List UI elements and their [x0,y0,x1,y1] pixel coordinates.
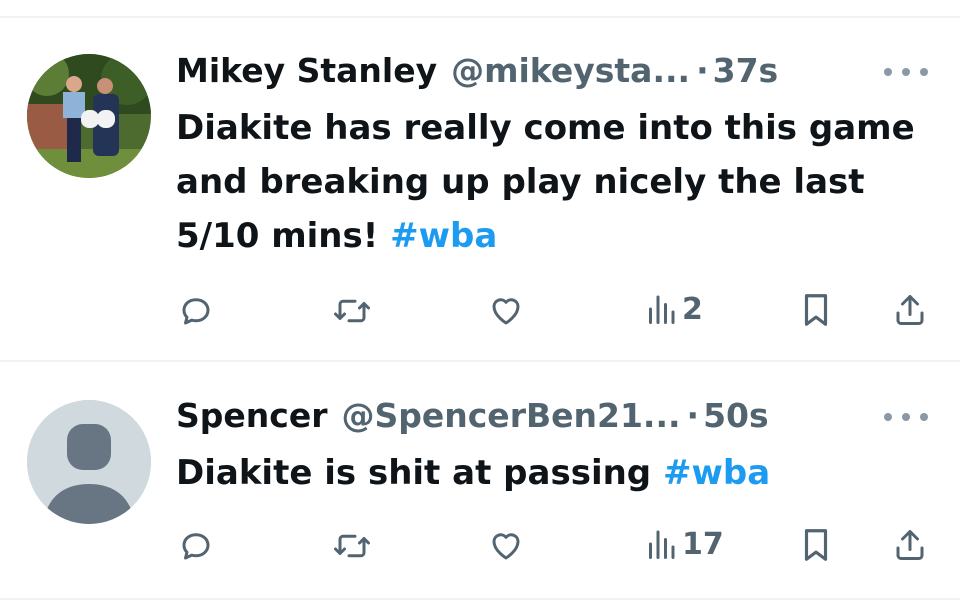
tweet-text-body: Diakite is shit at passing [176,453,652,493]
hashtag-link[interactable]: #wba [390,216,497,256]
author-handle[interactable]: @mikeysta... [451,47,690,95]
reply-icon [182,298,210,325]
share-button[interactable] [892,526,928,564]
tweet-1[interactable]: Mikey Stanley @mikeysta... · 37s Diakite… [0,0,960,360]
tweet-header: Spencer @SpencerBen21... · 50s [176,392,769,440]
author-handle[interactable]: @SpencerBen21... [341,392,680,440]
share-icon [896,295,924,325]
share-icon [896,530,924,560]
share-button[interactable] [892,291,928,329]
bookmark-icon [804,294,828,326]
reply-button[interactable] [178,293,214,329]
tweet-text-body: Diakite has really come into this game a… [176,108,915,256]
views-button[interactable]: 17 [646,526,724,562]
avatar[interactable] [27,54,151,178]
like-button[interactable] [487,293,525,329]
like-button[interactable] [487,528,525,564]
reply-icon [182,533,210,560]
default-avatar-icon [27,400,151,524]
separator-dot: · [696,51,709,90]
bottom-divider [0,598,960,600]
bookmark-button[interactable] [800,291,832,329]
timestamp[interactable]: 50s [703,392,769,440]
reply-button[interactable] [178,528,214,564]
views-icon [649,295,675,324]
like-icon [492,298,520,325]
bookmark-button[interactable] [800,526,832,564]
views-count: 17 [682,526,724,562]
tweet-2[interactable]: Spencer @SpencerBen21... · 50s Diakite i… [0,362,960,600]
tweet-text: Diakite is shit at passing #wba [176,446,916,500]
more-icon[interactable] [884,62,928,82]
retweet-icon [334,534,370,558]
author-name[interactable]: Spencer [176,392,327,440]
separator-dot: · [686,396,700,435]
retweet-button[interactable] [332,293,372,329]
tweet-header: Mikey Stanley @mikeysta... · 37s [176,47,778,95]
tweet-text: Diakite has really come into this game a… [176,101,916,263]
views-icon [649,530,675,559]
hashtag-link[interactable]: #wba [663,453,770,493]
avatar[interactable] [27,400,151,524]
views-count: 2 [682,291,703,327]
avatar-photo [27,54,151,178]
retweet-icon [334,299,370,323]
author-name[interactable]: Mikey Stanley [176,47,437,95]
retweet-button[interactable] [332,528,372,564]
bookmark-icon [804,529,828,561]
like-icon [492,533,520,560]
views-button[interactable]: 2 [646,291,703,327]
timestamp[interactable]: 37s [713,47,779,95]
more-icon[interactable] [884,407,928,427]
